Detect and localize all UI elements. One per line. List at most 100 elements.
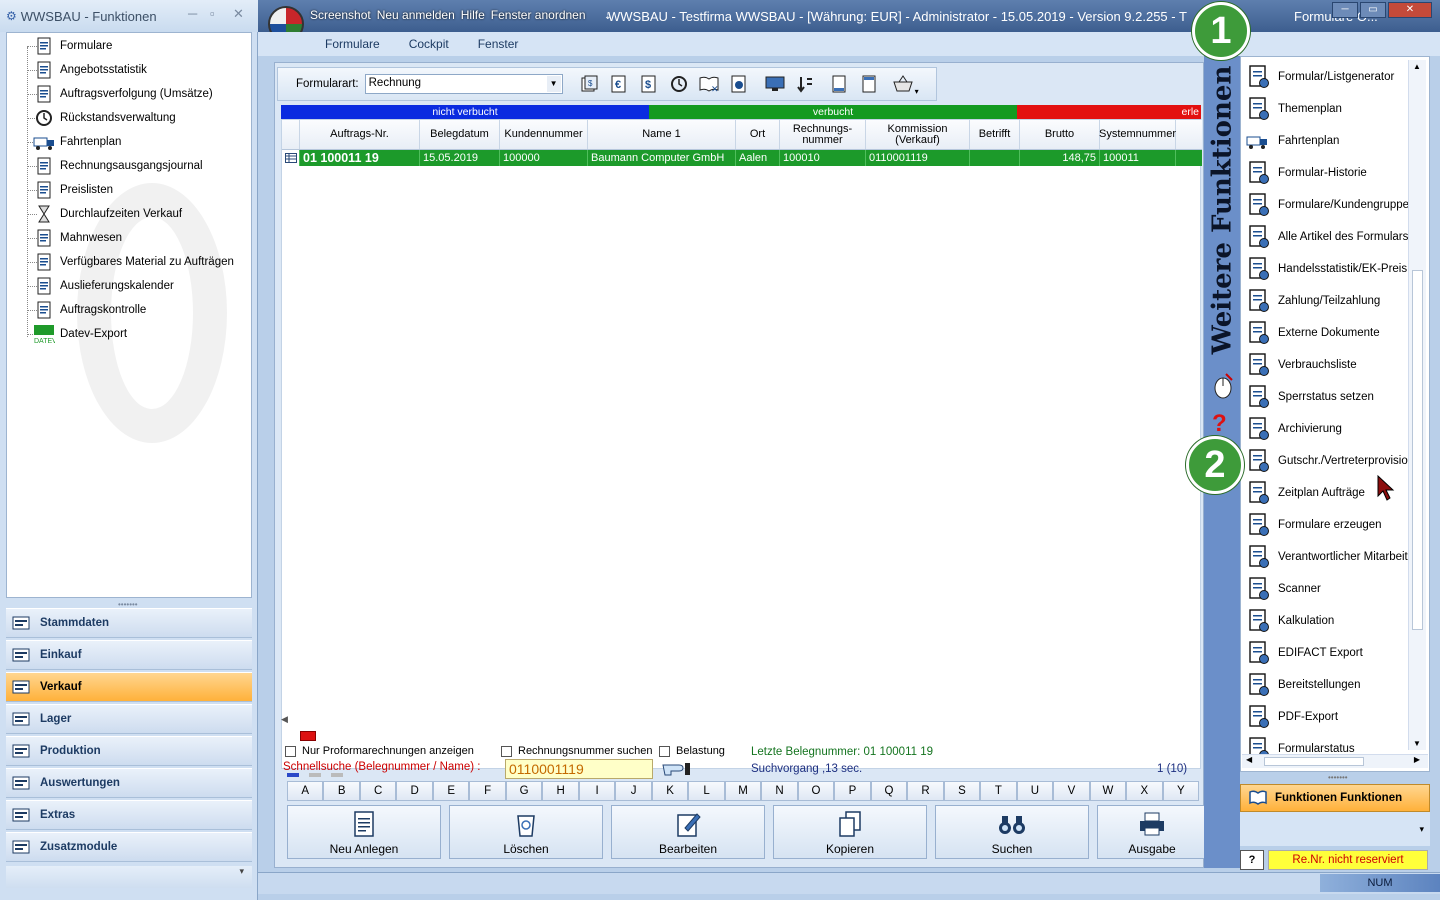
toolbar-overflow-icon[interactable]: ▾ <box>915 87 919 96</box>
help-question-icon[interactable]: ? <box>1212 410 1227 438</box>
tree-item[interactable]: Rechnungsausgangsjournal <box>33 155 203 177</box>
maximize-icon[interactable]: ▭ <box>1360 2 1386 18</box>
quicksearch-input[interactable]: 0110001119 <box>505 759 653 779</box>
table-cell[interactable]: 15.05.2019 <box>420 150 500 166</box>
letter-filter-a[interactable]: A <box>287 781 324 801</box>
tree-item[interactable]: Auftragsverfolgung (Umsätze) <box>33 83 213 105</box>
basket-icon[interactable] <box>891 72 915 96</box>
scroll-thumb[interactable] <box>1264 757 1364 766</box>
function-item[interactable]: Verbrauchsliste <box>1245 351 1357 379</box>
monitor-icon[interactable] <box>763 72 787 96</box>
function-item[interactable]: Kalkulation <box>1245 607 1334 635</box>
letter-filter-v[interactable]: V <box>1053 781 1090 801</box>
tree-item[interactable]: Verfügbares Material zu Aufträgen <box>33 251 234 273</box>
letter-filter-i[interactable]: I <box>578 781 616 801</box>
rechnungsnr-checkbox[interactable]: Rechnungsnummer suchen <box>501 745 653 757</box>
submenu-item[interactable]: Formulare <box>325 37 380 51</box>
column-header[interactable]: Kundennummer <box>500 120 588 149</box>
tree-item[interactable]: Auslieferungskalender <box>33 275 174 297</box>
panel-bottom-icon[interactable] <box>827 72 851 96</box>
functions-overflow-button[interactable]: ▾ <box>1240 812 1430 846</box>
tree-item[interactable]: Angebotsstatistik <box>33 59 147 81</box>
function-item[interactable]: PDF-Export <box>1245 703 1338 731</box>
letter-filter-k[interactable]: K <box>651 781 689 801</box>
letter-filter-g[interactable]: G <box>505 781 543 801</box>
function-item[interactable]: Zeitplan Aufträge <box>1245 479 1365 507</box>
book-icon[interactable]: $ <box>577 72 601 96</box>
panel-top-icon[interactable] <box>857 72 881 96</box>
chevron-down-icon[interactable]: ▼ <box>546 76 561 92</box>
function-item[interactable]: Themenplan <box>1245 95 1342 123</box>
function-item[interactable]: Sperrstatus setzen <box>1245 383 1374 411</box>
letter-filter-f[interactable]: F <box>469 781 506 801</box>
mouse-pointer-icon[interactable] <box>1210 370 1236 403</box>
letter-filter-m[interactable]: M <box>724 781 762 801</box>
scroll-left-icon[interactable]: ◀ <box>281 714 288 724</box>
column-header[interactable]: Systemnummer <box>1099 120 1176 149</box>
vertical-scrollbar[interactable]: ▲ ▼ <box>1408 60 1426 750</box>
suchen-button[interactable]: Suchen <box>935 805 1089 859</box>
functions-button[interactable]: Funktionen Funktionen <box>1240 784 1430 812</box>
submenu-item[interactable]: Cockpit <box>409 37 449 51</box>
function-item[interactable]: Formular/Listgenerator <box>1245 63 1394 91</box>
nav-overflow-button[interactable]: ▾ <box>6 866 252 888</box>
function-item[interactable]: Archivierung <box>1245 415 1342 443</box>
function-item[interactable]: Fahrtenplan <box>1245 127 1339 155</box>
tree-item[interactable]: Formulare <box>33 35 112 57</box>
column-header[interactable]: Rechnungs- nummer <box>780 120 866 149</box>
ausgabe-button[interactable]: Ausgabe <box>1097 805 1207 859</box>
letter-filter-c[interactable]: C <box>359 781 397 801</box>
function-item[interactable]: Formulare/Kundengruppen <box>1245 191 1415 219</box>
letter-filter-b[interactable]: B <box>323 781 360 801</box>
scroll-thumb[interactable] <box>1412 270 1423 630</box>
function-item[interactable]: EDIFACT Export <box>1245 639 1363 667</box>
table-cell[interactable]: Aalen <box>736 150 780 166</box>
kopieren-button[interactable]: Kopieren <box>773 805 927 859</box>
formart-select[interactable]: Rechnung ▼ <box>364 74 563 94</box>
status-segment[interactable]: erle <box>1017 105 1201 119</box>
help-button[interactable]: ? <box>1240 850 1264 870</box>
table-cell[interactable] <box>970 150 1020 166</box>
horizontal-scrollbar[interactable]: ◀ <box>281 713 1201 727</box>
scroll-up-icon[interactable]: ▲ <box>1413 62 1421 71</box>
letter-filter-l[interactable]: L <box>688 781 725 801</box>
table-cell[interactable]: 100010 <box>780 150 866 166</box>
letter-filter-q[interactable]: Q <box>870 781 908 801</box>
function-item[interactable]: Verantwortlicher Mitarbeiter <box>1245 543 1418 571</box>
letter-filter-x[interactable]: X <box>1126 781 1163 801</box>
euro-doc-icon[interactable]: € <box>607 72 631 96</box>
neu-anlegen-button[interactable]: Neu Anlegen <box>287 805 441 859</box>
letter-filter-j[interactable]: J <box>615 781 652 801</box>
nav-einkauf[interactable]: Einkauf <box>6 640 252 670</box>
splitter-grip[interactable]: ••••••• <box>1328 773 1348 782</box>
letter-filter-y[interactable]: Y <box>1162 781 1200 801</box>
minimize-icon[interactable]: ─ <box>188 6 197 21</box>
scroll-down-icon[interactable]: ▼ <box>1413 739 1421 748</box>
table-cell[interactable]: 0110001119 <box>866 150 970 166</box>
function-item[interactable]: Zahlung/Teilzahlung <box>1245 287 1380 315</box>
menu-item[interactable]: Neu anmelden <box>377 8 455 26</box>
nav-zusatzmodule[interactable]: Zusatzmodule <box>6 832 252 862</box>
table-row[interactable]: 01 100011 19 15.05.2019 100000 Baumann Comp… <box>282 150 1202 166</box>
function-item[interactable]: Scanner <box>1245 575 1321 603</box>
right-horizontal-scrollbar[interactable]: ◀ ▶ <box>1242 754 1428 768</box>
proforma-checkbox[interactable]: Nur Proformarechnungen anzeigen <box>285 745 474 757</box>
nav-produktion[interactable]: Produktion <box>6 736 252 766</box>
table-cell[interactable]: 100011 <box>1100 150 1176 166</box>
letter-filter-r[interactable]: R <box>907 781 944 801</box>
column-header[interactable]: Brutto <box>1020 120 1100 149</box>
letter-filter-t[interactable]: T <box>980 781 1017 801</box>
dollar-doc-icon[interactable]: $ <box>637 72 661 96</box>
bearbeiten-button[interactable]: Bearbeiten <box>611 805 765 859</box>
scroll-left-icon[interactable]: ◀ <box>1246 755 1252 764</box>
checkbox-box[interactable] <box>501 745 512 757</box>
letter-filter-e[interactable]: E <box>432 781 470 801</box>
tree-item[interactable]: DATEV Datev-Export <box>33 323 127 345</box>
refresh-history-icon[interactable] <box>667 72 691 96</box>
table-cell[interactable]: Baumann Computer GmbH <box>588 150 736 166</box>
letter-filter-u[interactable]: U <box>1016 781 1054 801</box>
nav-lager[interactable]: Lager <box>6 704 252 734</box>
nav-extras[interactable]: Extras <box>6 800 252 830</box>
tree-item[interactable]: Mahnwesen <box>33 227 122 249</box>
tree-item[interactable]: Auftragskontrolle <box>33 299 146 321</box>
